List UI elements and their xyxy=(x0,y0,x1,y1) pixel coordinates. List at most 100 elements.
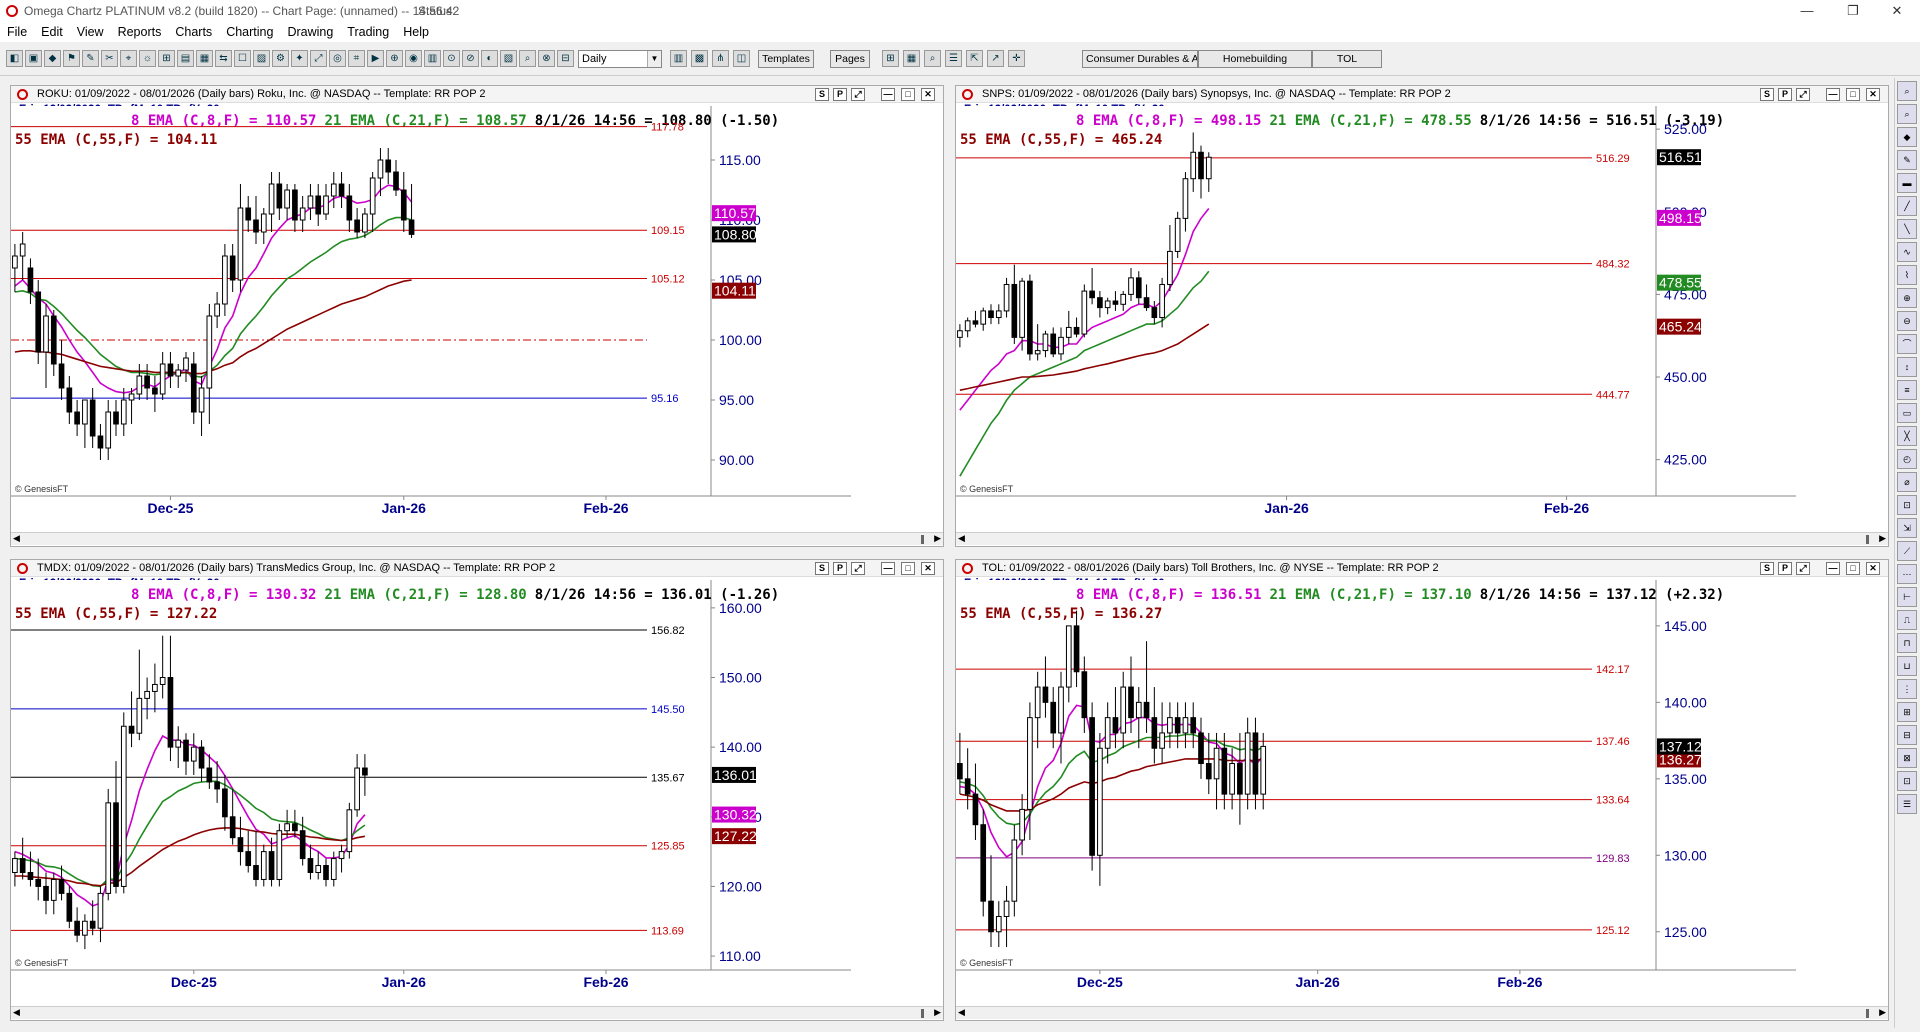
drawing-tool-icon[interactable]: ⌕ xyxy=(1897,104,1917,124)
toolbar-draw-icon[interactable]: ⊞ xyxy=(882,50,899,67)
scroll-right-icon[interactable]: ▶ xyxy=(1879,1007,1886,1018)
toolbar-tool-icon[interactable]: ⇆ xyxy=(215,50,232,67)
drawing-tool-icon[interactable]: ⌇ xyxy=(1897,265,1917,285)
price-chart[interactable]: 8 EMA (C,8,F) = 136.51 21 EMA (C,21,F) = … xyxy=(956,560,1890,1022)
toolbar-bar-icon[interactable]: ▥ xyxy=(670,50,687,67)
drawing-tool-icon[interactable]: ⌀ xyxy=(1897,472,1917,492)
chart-panel-snps[interactable]: SNPS: 01/09/2022 - 08/01/2026 (Daily bar… xyxy=(955,85,1889,547)
toolbar-tool-icon[interactable]: ⊞ xyxy=(158,50,175,67)
toolbar-tool-icon[interactable]: ◐ xyxy=(481,50,498,67)
toolbar-draw-icon[interactable]: ⇱ xyxy=(966,50,983,67)
close-button[interactable]: ✕ xyxy=(1874,0,1920,22)
toolbar-draw-icon[interactable]: ☰ xyxy=(945,50,962,67)
drawing-tool-icon[interactable]: ⊢ xyxy=(1897,587,1917,607)
toolbar-tool-icon[interactable]: ✎ xyxy=(82,50,99,67)
drawing-tool-icon[interactable]: ⋮ xyxy=(1897,679,1917,699)
price-chart[interactable]: 8 EMA (C,8,F) = 110.57 21 EMA (C,21,F) = … xyxy=(11,86,945,548)
menu-help[interactable]: Help xyxy=(396,25,436,39)
drawing-tool-icon[interactable]: ▬ xyxy=(1897,173,1917,193)
templates-button[interactable]: Templates xyxy=(758,50,814,68)
drawing-tool-icon[interactable]: ≡ xyxy=(1897,380,1917,400)
toolbar-tool-icon[interactable]: ▣ xyxy=(25,50,42,67)
scroll-right-icon[interactable]: ▶ xyxy=(1879,533,1886,544)
drawing-tool-icon[interactable]: ╱ xyxy=(1897,196,1917,216)
toolbar-tool-icon[interactable]: ☼ xyxy=(139,50,156,67)
drawing-tool-icon[interactable]: ⊟ xyxy=(1897,725,1917,745)
toolbar-tool-icon[interactable]: ⌗ xyxy=(348,50,365,67)
toolbar-draw-icon[interactable]: ✛ xyxy=(1008,50,1025,67)
drawing-tool-icon[interactable]: ⌒ xyxy=(1897,334,1917,354)
toolbar-tool-icon[interactable]: ◆ xyxy=(44,50,61,67)
drawing-tool-icon[interactable]: ◆ xyxy=(1897,127,1917,147)
toolbar-tool-icon[interactable]: ◉ xyxy=(405,50,422,67)
minimize-button[interactable]: — xyxy=(1784,0,1830,22)
scroll-right-icon[interactable]: ▶ xyxy=(934,533,941,544)
toolbar-tool-icon[interactable]: ⤢ xyxy=(310,50,327,67)
toolbar-draw-icon[interactable]: ▦ xyxy=(903,50,920,67)
horizontal-scrollbar[interactable]: ◀ ▶ xyxy=(956,532,1888,545)
toolbar-tool-icon[interactable]: ⌖ xyxy=(120,50,137,67)
drawing-tool-icon[interactable]: ╲ xyxy=(1897,219,1917,239)
menu-edit[interactable]: Edit xyxy=(34,25,70,39)
drawing-tool-icon[interactable]: ⇲ xyxy=(1897,518,1917,538)
menu-charting[interactable]: Charting xyxy=(219,25,280,39)
menu-reports[interactable]: Reports xyxy=(111,25,169,39)
scroll-thumb[interactable] xyxy=(1866,1009,1869,1018)
horizontal-scrollbar[interactable]: ◀ ▶ xyxy=(11,532,943,545)
toolbar-bar-icon[interactable]: ◫ xyxy=(733,50,750,67)
toolbar-tool-icon[interactable]: ✦ xyxy=(291,50,308,67)
toolbar-tool-icon[interactable]: ⊕ xyxy=(386,50,403,67)
chart-panel-tmdx[interactable]: TMDX: 01/09/2022 - 08/01/2026 (Daily bar… xyxy=(10,559,944,1021)
drawing-tool-icon[interactable]: ☰ xyxy=(1897,794,1917,814)
drawing-tool-icon[interactable]: ⊖ xyxy=(1897,311,1917,331)
drawing-tool-icon[interactable]: ╳ xyxy=(1897,426,1917,446)
toolbar-tool-icon[interactable]: ▥ xyxy=(424,50,441,67)
menu-drawing[interactable]: Drawing xyxy=(280,25,340,39)
toolbar-tool-icon[interactable]: ▨ xyxy=(253,50,270,67)
menu-charts[interactable]: Charts xyxy=(168,25,219,39)
scroll-right-icon[interactable]: ▶ xyxy=(934,1007,941,1018)
drawing-tool-icon[interactable]: ⊠ xyxy=(1897,748,1917,768)
page-tab-tol[interactable]: TOL xyxy=(1312,50,1382,68)
drawing-tool-icon[interactable]: ⋯ xyxy=(1897,564,1917,584)
price-chart[interactable]: 8 EMA (C,8,F) = 498.15 21 EMA (C,21,F) = … xyxy=(956,86,1890,548)
toolbar-tool-icon[interactable]: ⊟ xyxy=(557,50,574,67)
toolbar-bar-icon[interactable]: ▩ xyxy=(691,50,708,67)
toolbar-tool-icon[interactable]: ☐ xyxy=(234,50,251,67)
drawing-tool-icon[interactable]: ✎ xyxy=(1897,150,1917,170)
period-select[interactable]: Daily ▼ xyxy=(578,50,662,68)
drawing-tool-icon[interactable]: ◴ xyxy=(1897,449,1917,469)
pages-button[interactable]: Pages xyxy=(830,50,870,68)
drawing-tool-icon[interactable]: ↕ xyxy=(1897,357,1917,377)
menu-view[interactable]: View xyxy=(70,25,111,39)
horizontal-scrollbar[interactable]: ◀ ▶ xyxy=(11,1006,943,1019)
menu-file[interactable]: File xyxy=(0,25,34,39)
scroll-thumb[interactable] xyxy=(921,535,924,544)
drawing-tool-icon[interactable]: ⊡ xyxy=(1897,495,1917,515)
horizontal-scrollbar[interactable]: ◀ ▶ xyxy=(956,1006,1888,1019)
toolbar-bar-icon[interactable]: ⋔ xyxy=(712,50,729,67)
toolbar-tool-icon[interactable]: ⚙ xyxy=(272,50,289,67)
page-tab-consumer-durables[interactable]: Consumer Durables & A xyxy=(1082,50,1198,68)
drawing-tool-icon[interactable]: ⟋ xyxy=(1897,541,1917,561)
drawing-tool-icon[interactable]: ▭ xyxy=(1897,403,1917,423)
toolbar-tool-icon[interactable]: ▤ xyxy=(177,50,194,67)
drawing-tool-icon[interactable]: ⌕ xyxy=(1897,81,1917,101)
drawing-tool-icon[interactable]: ⎍ xyxy=(1897,610,1917,630)
drawing-tool-icon[interactable]: ⊕ xyxy=(1897,288,1917,308)
toolbar-tool-icon[interactable]: ▶ xyxy=(367,50,384,67)
toolbar-tool-icon[interactable]: ◧ xyxy=(6,50,23,67)
drawing-tool-icon[interactable]: ⊓ xyxy=(1897,633,1917,653)
toolbar-draw-icon[interactable]: ⌕ xyxy=(924,50,941,67)
drawing-tool-icon[interactable]: ⊔ xyxy=(1897,656,1917,676)
drawing-tool-icon[interactable]: ⊞ xyxy=(1897,702,1917,722)
toolbar-tool-icon[interactable]: ⌕ xyxy=(519,50,536,67)
scroll-thumb[interactable] xyxy=(921,1009,924,1018)
drawing-tool-icon[interactable]: ⊡ xyxy=(1897,771,1917,791)
toolbar-tool-icon[interactable]: ▦ xyxy=(196,50,213,67)
chart-panel-roku[interactable]: ROKU: 01/09/2022 - 08/01/2026 (Daily bar… xyxy=(10,85,944,547)
toolbar-draw-icon[interactable]: ↗ xyxy=(987,50,1004,67)
toolbar-tool-icon[interactable]: ⊗ xyxy=(538,50,555,67)
page-tab-homebuilding[interactable]: Homebuilding xyxy=(1198,50,1312,68)
toolbar-tool-icon[interactable]: ⊘ xyxy=(462,50,479,67)
